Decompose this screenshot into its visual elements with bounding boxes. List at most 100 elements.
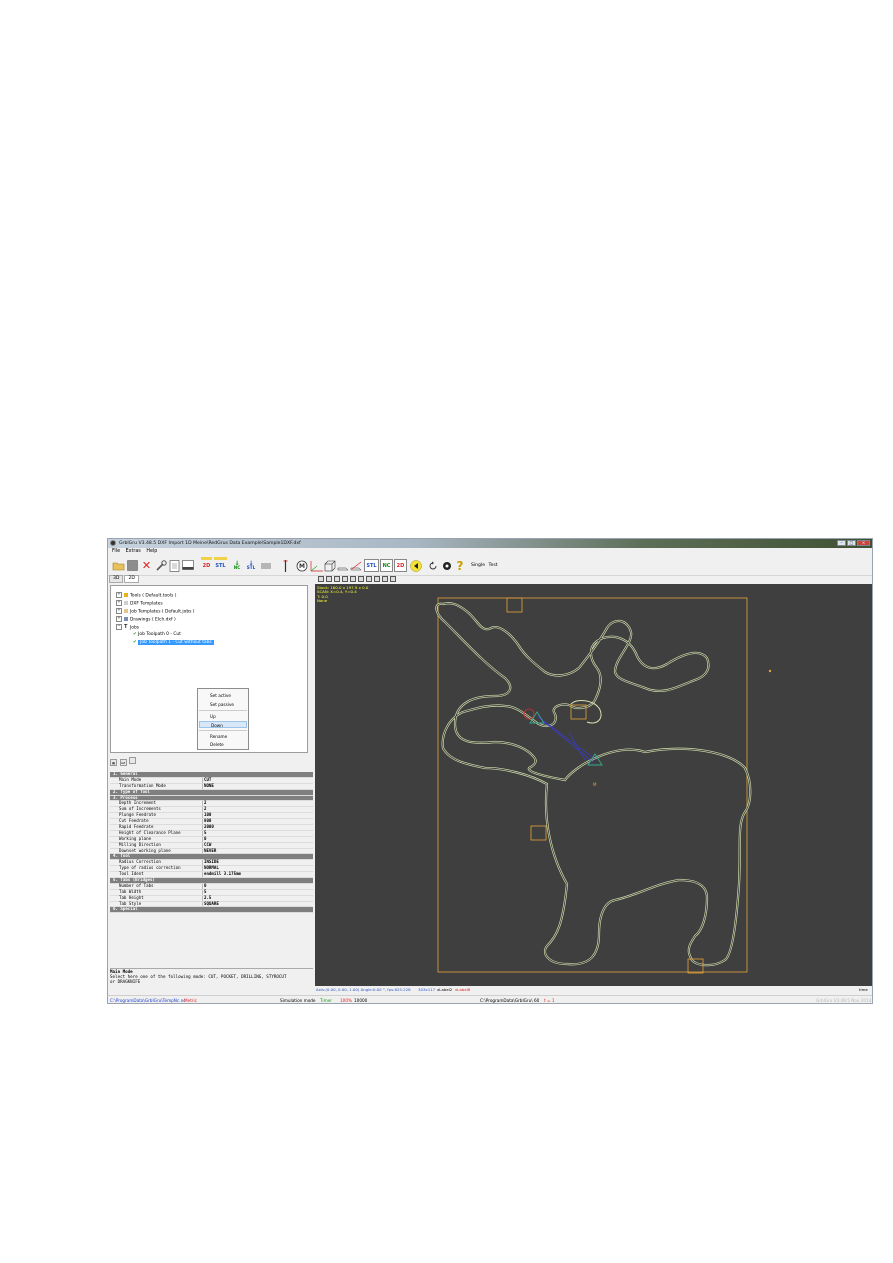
view-button-icon[interactable] bbox=[390, 576, 396, 582]
gear-icon[interactable] bbox=[441, 559, 453, 572]
xlabel2: xLabel2 bbox=[437, 987, 453, 992]
view-button-icon[interactable] bbox=[382, 576, 388, 582]
view-button-icon[interactable] bbox=[342, 576, 348, 582]
menu-item-up[interactable]: Up bbox=[199, 713, 247, 720]
expand-icon[interactable]: + bbox=[116, 592, 122, 598]
refresh-icon[interactable] bbox=[428, 559, 438, 572]
tree-item-jobs[interactable]: − T Jobs bbox=[116, 624, 139, 631]
import-stl-button[interactable]: STL bbox=[214, 557, 227, 572]
tool-icon[interactable] bbox=[282, 559, 288, 572]
expand-icon[interactable]: + bbox=[116, 600, 122, 606]
title-bar: GrblGru V3.48.5 DXF Import 1D Meine\RedG… bbox=[108, 539, 872, 548]
tree-item-job-1[interactable]: ✔ Job Toolpath 1 - Cut without tabs bbox=[133, 640, 214, 645]
xlabel8: xLabel8 bbox=[455, 987, 471, 992]
collapse-icon[interactable]: − bbox=[116, 624, 122, 630]
application-window: GrblGru V3.48.5 DXF Import 1D Meine\RedG… bbox=[107, 538, 873, 1004]
expand-icon[interactable]: + bbox=[116, 608, 122, 614]
test-button[interactable]: Test bbox=[487, 559, 499, 572]
document-icon[interactable] bbox=[168, 559, 180, 572]
tree-item-job-templates[interactable]: + Job Templates ( Default.jobs ) bbox=[116, 608, 195, 615]
view-button-icon[interactable] bbox=[350, 576, 356, 582]
property-value[interactable]: 5 bbox=[204, 889, 206, 895]
view-button-icon[interactable] bbox=[358, 576, 364, 582]
tools-icon bbox=[124, 593, 128, 597]
import-stl-label: STL bbox=[215, 562, 226, 569]
machine-m-icon[interactable]: M bbox=[296, 559, 308, 572]
alphabetical-icon[interactable]: AZ bbox=[119, 759, 127, 766]
stl-view-label: STL bbox=[366, 562, 377, 569]
cube-icon[interactable] bbox=[324, 559, 336, 572]
open-folder-icon[interactable] bbox=[111, 559, 125, 572]
property-value[interactable]: NEVER bbox=[204, 848, 216, 854]
maximize-icon[interactable]: □ bbox=[847, 540, 856, 546]
column-divider bbox=[202, 895, 203, 901]
view-button-icon[interactable] bbox=[374, 576, 380, 582]
viewport-toolbar bbox=[318, 576, 398, 583]
column-divider bbox=[202, 819, 203, 825]
tab-2d[interactable]: 2D bbox=[124, 575, 139, 583]
jobs-icon: T bbox=[124, 624, 128, 630]
column-divider bbox=[202, 889, 203, 895]
nc-view-button[interactable]: NC bbox=[380, 559, 393, 572]
tree-item-drawings[interactable]: + Drawings ( Elch.dxf ) bbox=[116, 616, 176, 623]
view-button-icon[interactable] bbox=[326, 576, 332, 582]
property-pages-icon[interactable] bbox=[129, 757, 137, 764]
close-icon[interactable]: × bbox=[857, 540, 870, 546]
import-2d-button[interactable]: 2D bbox=[201, 557, 212, 572]
2d-view-button[interactable]: 2D bbox=[394, 559, 407, 572]
column-divider bbox=[202, 777, 203, 783]
tree-label-selected: Job Toolpath 1 - Cut without tabs bbox=[138, 640, 214, 645]
simulate-play-icon[interactable] bbox=[410, 559, 422, 572]
t-value: t = 1 bbox=[544, 998, 555, 1003]
property-value[interactable]: SQUARE bbox=[204, 901, 219, 907]
property-value[interactable]: NONE bbox=[204, 783, 214, 789]
tree-item-job-0[interactable]: ✔ Job Toolpath 0 - Cut bbox=[133, 632, 181, 637]
tree-item-dxf-templates[interactable]: + DXF Templates bbox=[116, 600, 163, 607]
menu-extras[interactable]: Extras bbox=[126, 548, 141, 556]
wrench-icon[interactable] bbox=[154, 559, 167, 572]
export-stl-label: STL bbox=[246, 565, 256, 570]
help-question-icon[interactable]: ? bbox=[455, 559, 465, 573]
cut-plane-icon[interactable] bbox=[350, 559, 362, 572]
column-divider bbox=[202, 807, 203, 813]
menu-file[interactable]: File bbox=[112, 548, 120, 556]
property-value[interactable]: CCW bbox=[204, 842, 211, 848]
view-button-icon[interactable] bbox=[318, 576, 324, 582]
minimize-icon[interactable]: – bbox=[837, 540, 846, 546]
property-name: Milling Direction bbox=[119, 841, 161, 847]
view-button-icon[interactable] bbox=[334, 576, 340, 582]
export-nc-button[interactable]: ↓ NC bbox=[232, 559, 242, 572]
menu-item-rename[interactable]: Rename bbox=[199, 733, 247, 740]
column-divider bbox=[202, 783, 203, 789]
property-category[interactable]: 6. Special bbox=[110, 907, 313, 914]
display-icon[interactable] bbox=[181, 559, 194, 572]
export-stl-button[interactable]: ↓ STL bbox=[245, 559, 257, 572]
axes-icon[interactable] bbox=[310, 559, 324, 572]
expand-icon[interactable]: + bbox=[116, 616, 122, 622]
view-button-icon[interactable] bbox=[366, 576, 372, 582]
menu-item-down[interactable]: Down bbox=[199, 721, 247, 728]
menu-help[interactable]: Help bbox=[146, 548, 157, 556]
column-divider bbox=[202, 848, 203, 854]
layers-icon[interactable] bbox=[260, 559, 272, 572]
menu-item-delete[interactable]: Delete bbox=[199, 741, 247, 748]
2d-viewport[interactable]: Stock: 160.0 x 197.9 x 0.0 SCAN: X=0.4, … bbox=[315, 584, 872, 986]
dir-path: C:\ProgramData\GrblGru\ 60 bbox=[480, 998, 540, 1003]
menu-item-set-active[interactable]: Set active bbox=[199, 692, 247, 699]
single-button[interactable]: Single bbox=[470, 559, 486, 572]
plane-icon[interactable] bbox=[337, 559, 349, 572]
stl-view-button[interactable]: STL bbox=[364, 559, 379, 572]
property-grid: 1. General Main Mode CUT Transformation Mod… bbox=[110, 771, 313, 914]
check-icon: ✔ bbox=[133, 632, 137, 637]
marker-m: M bbox=[593, 782, 597, 787]
column-divider bbox=[202, 825, 203, 830]
property-value[interactable]: endmill 3.175mm bbox=[204, 871, 241, 877]
categorized-icon[interactable]: ▦ bbox=[110, 759, 117, 766]
property-value[interactable]: 0 bbox=[204, 836, 206, 842]
tree-item-tools[interactable]: + Tools ( Default.tools ) bbox=[116, 592, 176, 599]
menu-item-set-passive[interactable]: Set passive bbox=[199, 701, 247, 708]
save-icon[interactable] bbox=[126, 559, 139, 572]
property-value[interactable]: 2.5 bbox=[204, 895, 211, 901]
delete-icon[interactable]: ✕ bbox=[141, 559, 152, 572]
tab-3d[interactable]: 3D bbox=[109, 575, 124, 583]
